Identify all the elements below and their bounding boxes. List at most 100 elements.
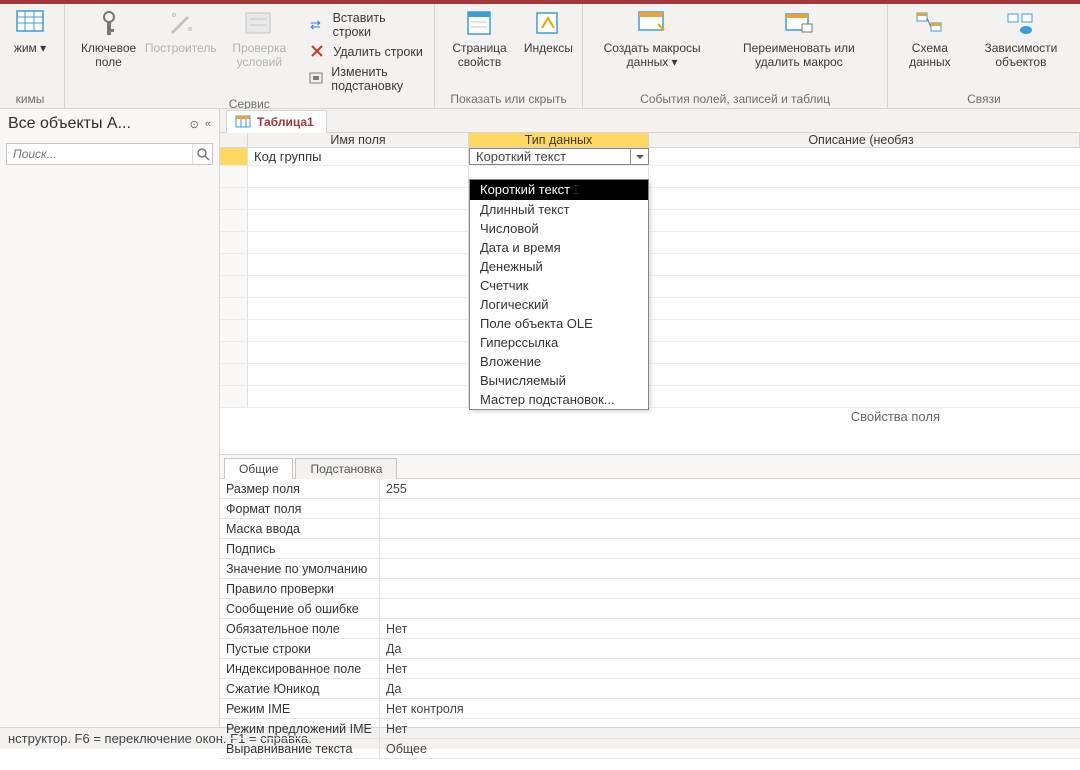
- delete-rows-button[interactable]: Удалить строки: [307, 42, 425, 62]
- dropdown-item[interactable]: Поле объекта OLE: [470, 314, 648, 333]
- column-header-name[interactable]: Имя поля: [248, 133, 469, 147]
- dropdown-item[interactable]: Длинный текст: [470, 200, 648, 219]
- property-row[interactable]: Индексированное полеНет: [220, 659, 1080, 679]
- row-selector-header[interactable]: [220, 133, 248, 147]
- field-grid-row[interactable]: [220, 298, 1080, 320]
- insert-rows-button[interactable]: ⇄ Вставить строки: [307, 10, 425, 40]
- property-label: Правило проверки: [220, 579, 380, 598]
- description-cell[interactable]: [649, 148, 1080, 165]
- property-value[interactable]: Нет: [380, 659, 1080, 678]
- row-selector[interactable]: [220, 276, 248, 297]
- row-selector[interactable]: [220, 386, 248, 407]
- property-row[interactable]: Сжатие ЮникодДа: [220, 679, 1080, 699]
- data-type-cell[interactable]: Короткий текст: [469, 148, 649, 165]
- property-sheet-button[interactable]: Страница свойств: [443, 6, 517, 72]
- property-row[interactable]: Сообщение об ошибке: [220, 599, 1080, 619]
- field-name-cell[interactable]: Код группы: [248, 148, 469, 165]
- field-grid-row[interactable]: [220, 232, 1080, 254]
- field-grid-row[interactable]: [220, 320, 1080, 342]
- property-row[interactable]: Правило проверки: [220, 579, 1080, 599]
- property-row[interactable]: Режим предложений IMEНет: [220, 719, 1080, 739]
- property-value[interactable]: 255: [380, 479, 1080, 498]
- dropdown-item[interactable]: Дата и время: [470, 238, 648, 257]
- collapse-pane-icon[interactable]: «: [205, 118, 211, 130]
- property-row[interactable]: Формат поля: [220, 499, 1080, 519]
- property-value[interactable]: [380, 499, 1080, 518]
- row-selector[interactable]: [220, 254, 248, 275]
- row-selector[interactable]: [220, 342, 248, 363]
- dropdown-button[interactable]: [630, 149, 648, 164]
- dropdown-item[interactable]: Логический: [470, 295, 648, 314]
- row-selector[interactable]: [220, 210, 248, 231]
- rename-delete-macro-button[interactable]: Переименовать или удалить макрос: [719, 6, 879, 72]
- property-row[interactable]: Режим IMEНет контроля: [220, 699, 1080, 719]
- property-value[interactable]: Общее: [380, 739, 1080, 758]
- relationships-icon: [914, 8, 946, 40]
- field-grid-row[interactable]: [220, 254, 1080, 276]
- primary-key-button[interactable]: Ключевое поле: [73, 6, 144, 72]
- property-label: Индексированное поле: [220, 659, 380, 678]
- property-row[interactable]: Маска ввода: [220, 519, 1080, 539]
- field-grid-row[interactable]: [220, 364, 1080, 386]
- property-value[interactable]: Нет: [380, 619, 1080, 638]
- properties-tab-lookup[interactable]: Подстановка: [295, 458, 397, 479]
- object-dependencies-button[interactable]: Зависимости объектов: [970, 6, 1072, 72]
- property-row[interactable]: Выравнивание текстаОбщее: [220, 739, 1080, 759]
- field-grid-row[interactable]: [220, 166, 1080, 188]
- row-selector[interactable]: [220, 148, 248, 165]
- property-label: Выравнивание текста: [220, 739, 380, 758]
- data-type-dropdown[interactable]: Короткий текст⌶Длинный текстЧисловойДата…: [469, 179, 649, 410]
- field-grid-row[interactable]: [220, 188, 1080, 210]
- lookup-icon: [309, 70, 325, 88]
- dependencies-icon: [1005, 8, 1037, 40]
- properties-section-label: Свойства поля: [851, 409, 940, 424]
- create-data-macros-button[interactable]: Создать макросы данных ▾: [591, 6, 713, 72]
- row-selector[interactable]: [220, 166, 248, 187]
- nav-pane-header[interactable]: Все объекты A... ⊙ «: [0, 109, 219, 139]
- property-row[interactable]: Размер поля255: [220, 479, 1080, 499]
- row-selector[interactable]: [220, 320, 248, 341]
- property-value[interactable]: Нет контроля: [380, 699, 1080, 718]
- dropdown-item[interactable]: Короткий текст⌶: [470, 180, 648, 200]
- dropdown-item[interactable]: Гиперссылка: [470, 333, 648, 352]
- field-grid-row[interactable]: Код группы Короткий текст: [220, 148, 1080, 166]
- row-selector[interactable]: [220, 232, 248, 253]
- dropdown-circle-icon: ⊙: [190, 118, 199, 131]
- dropdown-item[interactable]: Числовой: [470, 219, 648, 238]
- field-grid-row[interactable]: [220, 276, 1080, 298]
- property-value[interactable]: Нет: [380, 719, 1080, 738]
- property-row[interactable]: Значение по умолчанию: [220, 559, 1080, 579]
- row-selector[interactable]: [220, 364, 248, 385]
- search-icon[interactable]: [192, 144, 212, 164]
- nav-search-box[interactable]: [6, 143, 213, 165]
- dropdown-item[interactable]: Вычисляемый: [470, 371, 648, 390]
- property-value[interactable]: [380, 559, 1080, 578]
- modify-lookup-button[interactable]: Изменить подстановку: [307, 64, 425, 94]
- object-tab[interactable]: Таблица1: [226, 110, 327, 133]
- view-mode-button[interactable]: жим ▾: [4, 6, 56, 58]
- row-selector[interactable]: [220, 188, 248, 209]
- dropdown-item[interactable]: Мастер подстановок...: [470, 390, 648, 409]
- dropdown-item[interactable]: Денежный: [470, 257, 648, 276]
- properties-tab-general[interactable]: Общие: [224, 458, 293, 479]
- column-header-type[interactable]: Тип данных: [469, 133, 649, 147]
- property-row[interactable]: Пустые строкиДа: [220, 639, 1080, 659]
- property-value[interactable]: [380, 539, 1080, 558]
- dropdown-item[interactable]: Счетчик: [470, 276, 648, 295]
- property-value[interactable]: Да: [380, 639, 1080, 658]
- property-value[interactable]: [380, 599, 1080, 618]
- property-value[interactable]: [380, 579, 1080, 598]
- indexes-button[interactable]: Индексы: [522, 6, 574, 58]
- dropdown-item[interactable]: Вложение: [470, 352, 648, 371]
- property-row[interactable]: Обязательное полеНет: [220, 619, 1080, 639]
- field-grid-row[interactable]: [220, 342, 1080, 364]
- field-grid-row[interactable]: [220, 386, 1080, 408]
- search-input[interactable]: [7, 147, 192, 161]
- relationships-button[interactable]: Схема данных: [896, 6, 964, 72]
- property-value[interactable]: Да: [380, 679, 1080, 698]
- field-grid-row[interactable]: [220, 210, 1080, 232]
- property-value[interactable]: [380, 519, 1080, 538]
- property-row[interactable]: Подпись: [220, 539, 1080, 559]
- row-selector[interactable]: [220, 298, 248, 319]
- column-header-desc[interactable]: Описание (необяз: [649, 133, 1080, 147]
